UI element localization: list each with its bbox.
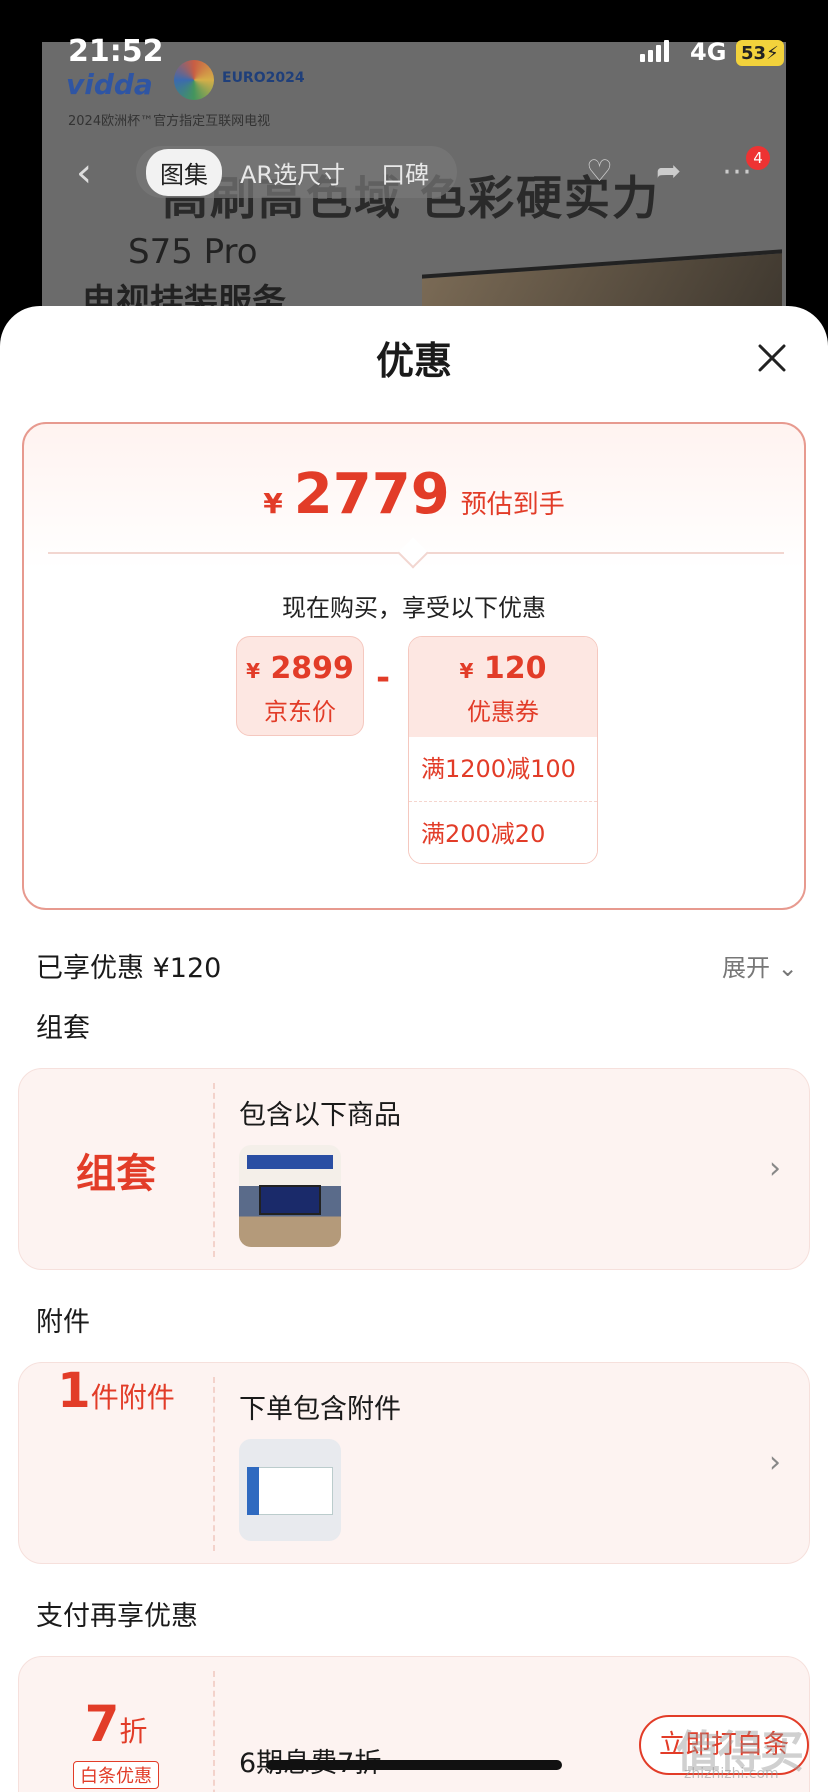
product-nav: ‹ 图集 AR选尺寸 口碑 ♡ ➦ ⋯ xyxy=(0,140,828,200)
jd-price-box: ¥ 2899 京东价 xyxy=(236,636,364,736)
accessory-left: 1 件附件 xyxy=(19,1363,213,1565)
coupon-box: ¥ 120 优惠券 满1200减100 满200减20 xyxy=(408,636,598,864)
accessory-count: 1 xyxy=(57,1363,91,1419)
battery-icon: 53 ⚡ xyxy=(736,40,784,66)
enjoyed-discount: 已享优惠 ¥120 xyxy=(36,953,222,984)
payment-discount: 7 折 xyxy=(85,1695,148,1753)
discount-intro: 现在购买，享受以下优惠 xyxy=(282,594,546,622)
accessory-card-title: 下单包含附件 xyxy=(239,1394,401,1425)
tab-reviews[interactable]: 口碑 xyxy=(363,155,447,190)
discount-sheet: 优惠 ¥ 2779 预估到手 现在购买，享受以下优惠 ¥ 2899 京东价 - … xyxy=(0,306,828,1792)
jd-currency: ¥ xyxy=(246,659,260,683)
dashed-separator xyxy=(213,1083,215,1257)
close-icon[interactable] xyxy=(756,342,788,374)
home-indicator[interactable] xyxy=(266,1760,562,1770)
section-title-payment: 支付再享优惠 xyxy=(36,1601,198,1632)
share-icon[interactable]: ➦ xyxy=(656,154,681,189)
chevron-down-icon: ⌄ xyxy=(777,954,798,982)
coupon-currency: ¥ xyxy=(459,659,474,683)
jd-price-label: 京东价 xyxy=(264,698,336,726)
final-price-label: 预估到手 xyxy=(460,490,565,520)
coupon-rule: 满1200减100 xyxy=(409,737,597,801)
coupon-rule: 满200减20 xyxy=(409,801,597,863)
dashed-separator xyxy=(213,1671,215,1792)
bundle-left: 组套 xyxy=(19,1069,213,1271)
jd-price: 2899 xyxy=(270,651,354,686)
accessory-thumbnail[interactable] xyxy=(239,1439,341,1541)
bundle-label: 组套 xyxy=(76,1151,156,1197)
accessory-unit: 件附件 xyxy=(90,1381,175,1414)
nav-tabs: 图集 AR选尺寸 口碑 xyxy=(136,146,458,198)
divider-notch xyxy=(397,537,429,569)
tab-ar-size[interactable]: AR选尺寸 xyxy=(222,155,363,190)
chevron-right-icon: › xyxy=(769,1445,781,1480)
currency-symbol: ¥ xyxy=(263,487,283,520)
final-price-line: ¥ 2779 预估到手 xyxy=(24,462,804,527)
watermark-url: zhizhizhi.com xyxy=(684,1766,779,1782)
final-price: 2779 xyxy=(293,462,450,527)
banner-sub-caption: 2024欧洲杯™官方指定互联网电视 xyxy=(68,114,271,129)
payment-left: 7 折 白条优惠 xyxy=(19,1657,213,1792)
dashed-separator xyxy=(213,1377,215,1551)
back-icon[interactable]: ‹ xyxy=(76,150,92,196)
status-bar: 21:52 4G 53 ⚡ xyxy=(0,0,828,100)
payment-badge: 白条优惠 xyxy=(73,1761,159,1789)
bundle-product-thumbnail[interactable] xyxy=(239,1145,341,1247)
sheet-title: 优惠 xyxy=(375,339,452,383)
bundle-card[interactable]: 组套 包含以下商品 › xyxy=(18,1068,810,1270)
tab-gallery[interactable]: 图集 xyxy=(146,148,222,196)
network-type: 4G xyxy=(690,38,727,66)
cart-count-badge: 4 xyxy=(746,146,770,170)
section-title-accessory: 附件 xyxy=(36,1307,90,1338)
status-time: 21:52 xyxy=(68,34,164,69)
payment-discount-value: 7 xyxy=(84,1695,120,1753)
coupon-label: 优惠券 xyxy=(467,698,539,726)
favorite-icon[interactable]: ♡ xyxy=(586,154,613,189)
section-title-bundle: 组套 xyxy=(36,1013,90,1044)
accessory-card[interactable]: 1 件附件 下单包含附件 › xyxy=(18,1362,810,1564)
bundle-card-title: 包含以下商品 xyxy=(239,1100,401,1131)
expand-button[interactable]: 展开 ⌄ xyxy=(722,948,798,983)
signal-icon xyxy=(640,38,669,62)
price-summary-card: ¥ 2779 预估到手 现在购买，享受以下优惠 ¥ 2899 京东价 - ¥ 1… xyxy=(22,422,806,910)
payment-discount-unit: 折 xyxy=(119,1715,148,1748)
chevron-right-icon: › xyxy=(769,1151,781,1186)
battery-level: 53 xyxy=(741,42,767,64)
expand-label: 展开 xyxy=(722,954,770,982)
coupon-amount: 120 xyxy=(483,651,547,686)
coupon-head: ¥ 120 优惠券 xyxy=(409,637,597,737)
banner-model: S75 Pro xyxy=(128,232,258,272)
minus-sign: - xyxy=(376,658,391,698)
